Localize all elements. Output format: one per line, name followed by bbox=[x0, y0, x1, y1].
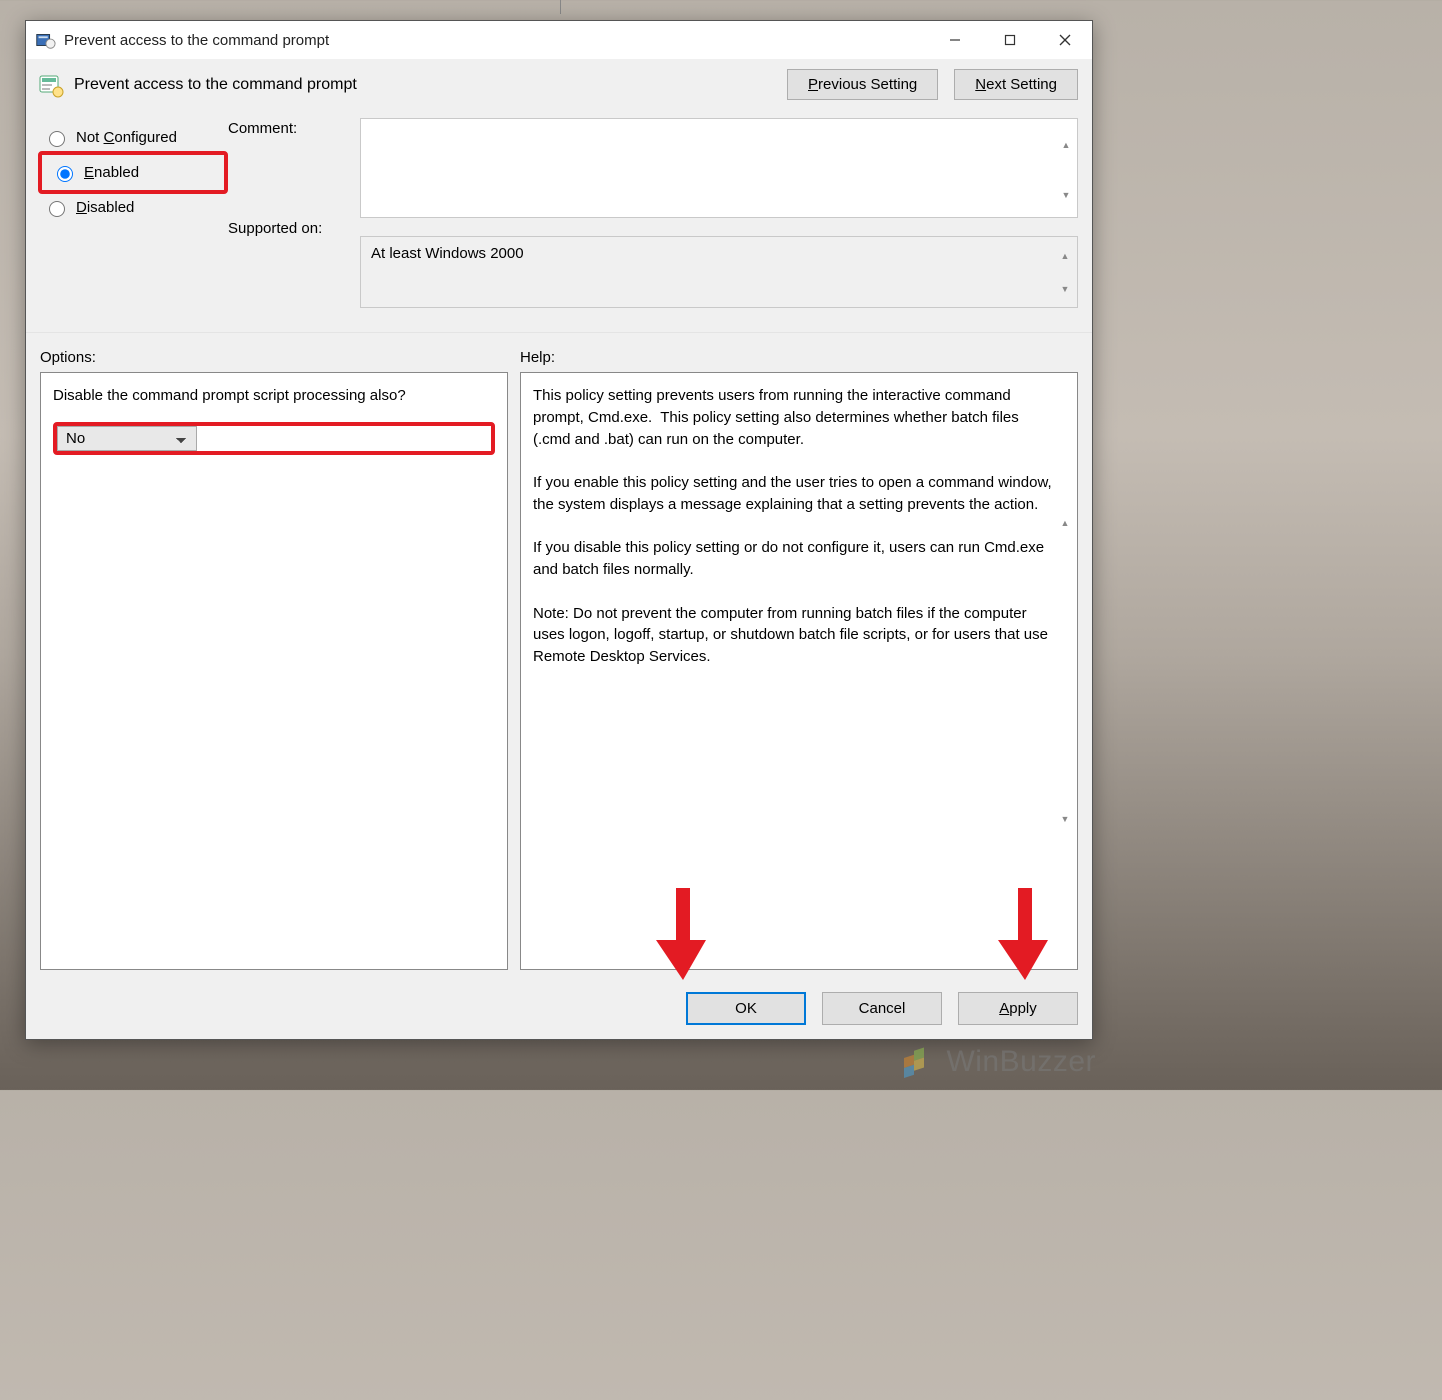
supported-on-label: Supported on: bbox=[228, 218, 350, 240]
policy-editor-icon bbox=[34, 29, 56, 51]
minimize-button[interactable] bbox=[927, 22, 982, 58]
header-section: Prevent access to the command prompt Pre… bbox=[26, 59, 1092, 333]
window-title: Prevent access to the command prompt bbox=[64, 32, 927, 49]
ok-button[interactable]: OK bbox=[686, 992, 806, 1025]
radio-not-configured[interactable]: Not Configured bbox=[38, 124, 228, 151]
radio-disabled[interactable]: Disabled bbox=[38, 194, 228, 221]
comment-input[interactable] bbox=[360, 118, 1078, 218]
options-section-label: Options: bbox=[40, 349, 520, 366]
comment-label: Comment: bbox=[228, 118, 350, 218]
cancel-button[interactable]: Cancel bbox=[822, 992, 942, 1025]
help-section-label: Help: bbox=[520, 349, 555, 366]
maximize-button[interactable] bbox=[982, 22, 1037, 58]
previous-setting-button[interactable]: Previous Setting bbox=[787, 69, 938, 100]
close-button[interactable] bbox=[1037, 22, 1092, 58]
policy-editor-window: Prevent access to the command prompt Pre… bbox=[25, 20, 1093, 1040]
policy-icon bbox=[38, 72, 64, 98]
policy-title: Prevent access to the command prompt bbox=[74, 76, 787, 94]
annotation-arrow-icon bbox=[998, 884, 1052, 984]
radio-enabled[interactable]: Enabled bbox=[46, 159, 214, 186]
winbuzzer-logo-icon bbox=[898, 1042, 938, 1082]
supported-scrollbar[interactable]: ▲▼ bbox=[1055, 239, 1075, 305]
watermark: WinBuzzer bbox=[898, 1042, 1096, 1082]
annotation-arrow-icon bbox=[656, 884, 710, 984]
apply-button[interactable]: Apply bbox=[958, 992, 1078, 1025]
supported-on-text: At least Windows 2000 bbox=[371, 245, 524, 262]
help-text: This policy setting prevents users from … bbox=[533, 385, 1053, 668]
option-question: Disable the command prompt script proces… bbox=[53, 385, 495, 406]
supported-on-box: At least Windows 2000 ▲▼ bbox=[360, 236, 1078, 308]
state-radio-group: Not Configured Enabled Disabled bbox=[38, 118, 228, 308]
help-scrollbar[interactable]: ▲▼ bbox=[1055, 375, 1075, 967]
next-setting-button[interactable]: Next Setting bbox=[954, 69, 1078, 100]
script-processing-dropdown[interactable]: No bbox=[57, 426, 197, 451]
watermark-text: WinBuzzer bbox=[946, 1045, 1096, 1079]
help-panel: This policy setting prevents users from … bbox=[520, 372, 1078, 970]
dialog-footer: OK Cancel Apply bbox=[26, 982, 1092, 1039]
title-bar: Prevent access to the command prompt bbox=[26, 21, 1092, 59]
comment-scrollbar[interactable]: ▲▼ bbox=[1056, 120, 1076, 220]
options-panel: Disable the command prompt script proces… bbox=[40, 372, 508, 970]
highlight-enabled: Enabled bbox=[38, 151, 228, 194]
highlight-dropdown: No bbox=[53, 422, 495, 455]
